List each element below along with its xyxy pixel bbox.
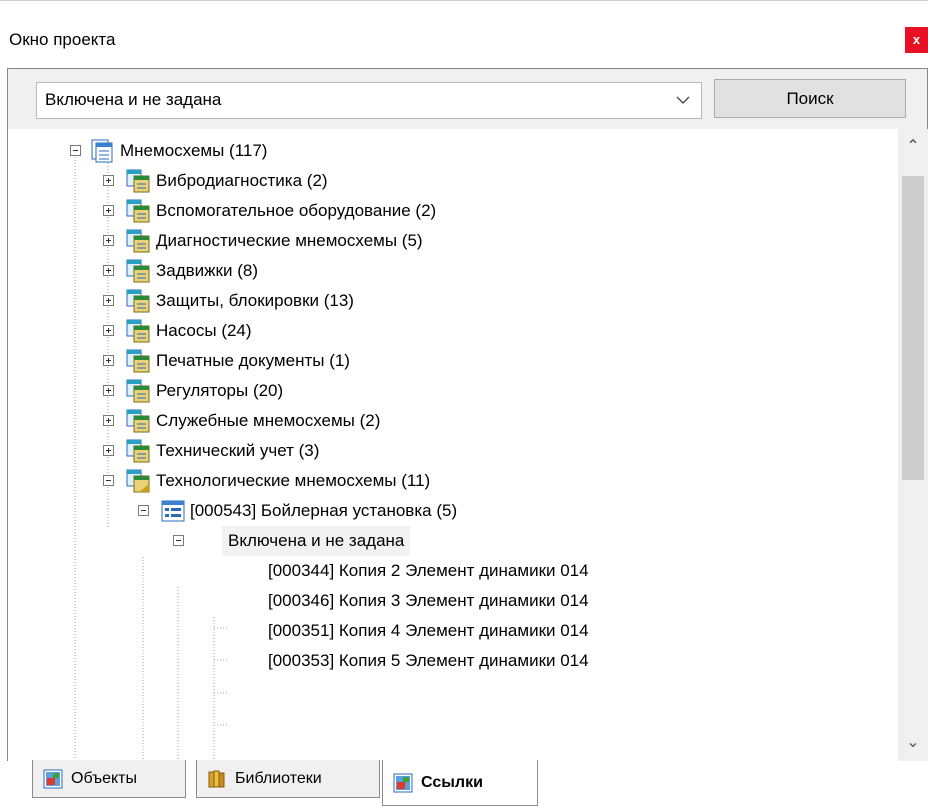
group-folder-open-icon: [125, 468, 151, 494]
tree-node-group[interactable]: Вспомогательное оборудование (2): [156, 196, 436, 226]
tree-node-group[interactable]: Печатные документы (1): [156, 346, 350, 376]
tree-node-root[interactable]: Мнемосхемы (117): [120, 136, 267, 166]
project-panel: Включена и не задана Поиск Мнемосхемы (1…: [7, 68, 928, 761]
scroll-down-icon[interactable]: ⌄: [898, 725, 928, 761]
tab-links[interactable]: Ссылки: [382, 760, 538, 806]
expand-plus-icon[interactable]: [103, 265, 114, 276]
expand-plus-icon[interactable]: [103, 175, 114, 186]
tree-node-group[interactable]: Технологические мнемосхемы (11): [156, 466, 430, 496]
tree-node-group[interactable]: Задвижки (8): [156, 256, 258, 286]
tree-node-screen[interactable]: [000543] Бойлерная установка (5): [190, 496, 457, 526]
collapse-minus-icon[interactable]: [70, 145, 81, 156]
project-tree[interactable]: Мнемосхемы (117) Вибродиагностика (2) Вспо…: [8, 129, 898, 761]
group-folder-icon: [125, 348, 151, 374]
tree-node-group[interactable]: Регуляторы (20): [156, 376, 283, 406]
filter-selected-value: Включена и не задана: [45, 90, 222, 109]
objects-icon: [43, 769, 63, 788]
close-button[interactable]: x: [905, 27, 928, 53]
group-folder-icon: [125, 198, 151, 224]
collapse-minus-icon[interactable]: [103, 475, 114, 486]
tab-libraries-label: Библиотеки: [235, 769, 322, 787]
group-folder-icon: [125, 168, 151, 194]
collapse-minus-icon[interactable]: [173, 535, 184, 546]
expand-plus-icon[interactable]: [103, 385, 114, 396]
group-folder-icon: [125, 288, 151, 314]
bottom-tab-strip: Объекты Библиотеки Ссылки: [0, 760, 928, 812]
tree-node-item[interactable]: [000351] Копия 4 Элемент динамики 014: [268, 616, 589, 646]
tree-node-group[interactable]: Защиты, блокировки (13): [156, 286, 354, 316]
tree-node-group[interactable]: Насосы (24): [156, 316, 252, 346]
tree-node-item[interactable]: [000353] Копия 5 Элемент динамики 014: [268, 646, 589, 676]
tab-links-label: Ссылки: [421, 773, 483, 791]
scroll-up-icon[interactable]: ⌃: [898, 129, 928, 165]
folder-stack-icon: [90, 138, 116, 164]
tree-node-item[interactable]: [000344] Копия 2 Элемент динамики 014: [268, 556, 589, 586]
tab-objects-label: Объекты: [71, 769, 137, 787]
search-button[interactable]: Поиск: [714, 79, 906, 118]
tree-node-state[interactable]: Включена и не задана: [222, 526, 411, 556]
filter-dropdown[interactable]: Включена и не задана: [36, 82, 702, 119]
vertical-scrollbar[interactable]: ⌃ ⌄: [898, 129, 928, 761]
window-title-bar: Окно проекта: [0, 10, 928, 68]
library-icon: [208, 770, 225, 787]
expand-plus-icon[interactable]: [103, 325, 114, 336]
top-border: [0, 0, 928, 1]
group-folder-icon: [125, 258, 151, 284]
tree-node-group[interactable]: Диагностические мнемосхемы (5): [156, 226, 423, 256]
links-icon: [393, 773, 413, 792]
screen-form-icon: [160, 498, 186, 524]
group-folder-icon: [125, 408, 151, 434]
tree-node-group[interactable]: Технический учет (3): [156, 436, 319, 466]
group-folder-icon: [125, 318, 151, 344]
expand-plus-icon[interactable]: [103, 355, 114, 366]
collapse-minus-icon[interactable]: [138, 505, 149, 516]
group-folder-icon: [125, 438, 151, 464]
window-title: Окно проекта: [9, 30, 116, 49]
scrollbar-thumb[interactable]: [902, 176, 924, 480]
expand-plus-icon[interactable]: [103, 415, 114, 426]
expand-plus-icon[interactable]: [103, 445, 114, 456]
chevron-down-icon: [676, 96, 690, 104]
tree-node-group[interactable]: Вибродиагностика (2): [156, 166, 328, 196]
expand-plus-icon[interactable]: [103, 235, 114, 246]
tab-libraries[interactable]: Библиотеки: [196, 760, 380, 798]
expand-plus-icon[interactable]: [103, 295, 114, 306]
tab-objects[interactable]: Объекты: [32, 760, 186, 798]
group-folder-icon: [125, 378, 151, 404]
expand-plus-icon[interactable]: [103, 205, 114, 216]
tree-node-item[interactable]: [000346] Копия 3 Элемент динамики 014: [268, 586, 589, 616]
tree-node-group[interactable]: Служебные мнемосхемы (2): [156, 406, 380, 436]
group-folder-icon: [125, 228, 151, 254]
